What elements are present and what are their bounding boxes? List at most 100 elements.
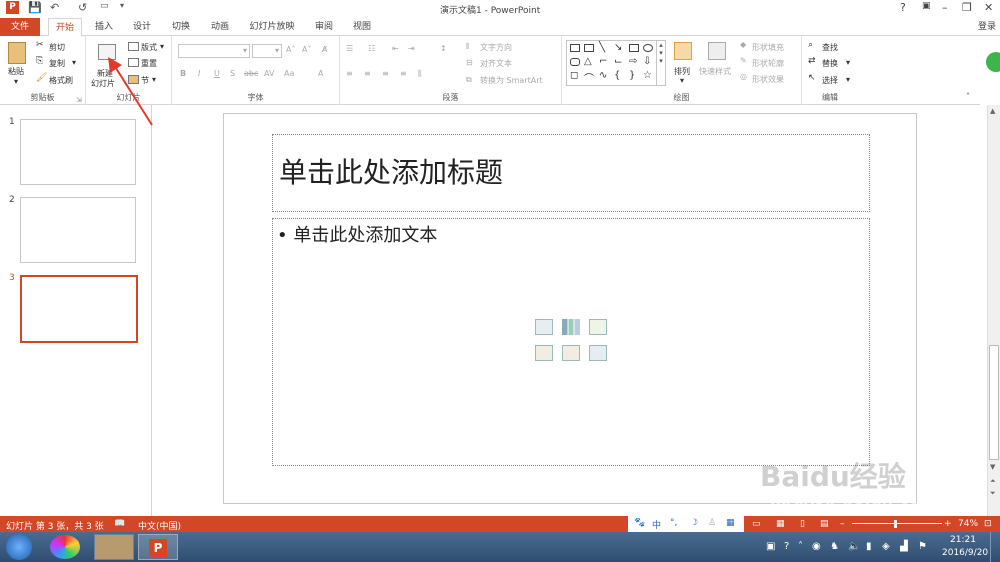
arrange-dropdown-icon[interactable]: ▾ <box>680 76 684 85</box>
customize-quick-access-icon[interactable]: ▾ <box>120 1 124 10</box>
tray-qq-icon[interactable]: ▣ <box>766 541 775 552</box>
save-icon[interactable]: 💾 <box>28 1 42 14</box>
font-name-combo[interactable]: ▾ <box>178 44 250 58</box>
insert-smartart-icon[interactable] <box>589 319 607 335</box>
insert-table-icon[interactable] <box>535 319 553 335</box>
shape-outline-button[interactable]: 形状轮廓 <box>752 58 784 69</box>
tray-flag-icon[interactable]: ⚑ <box>918 541 927 552</box>
title-placeholder[interactable]: 单击此处添加标题 <box>272 134 870 212</box>
slide-thumbnail-3[interactable] <box>20 275 138 343</box>
shape-star-icon[interactable]: ☆ <box>643 70 652 81</box>
taskbar-powerpoint-icon[interactable]: P <box>138 534 178 560</box>
shape-arrow-line-icon[interactable]: ↘ <box>614 42 622 53</box>
tab-review[interactable]: 审阅 <box>310 18 338 36</box>
shape-connector-icon[interactable]: ⌙ <box>614 56 622 67</box>
scroll-up-icon[interactable]: ▲ <box>990 107 995 115</box>
redo-icon[interactable]: ↺ <box>78 1 87 14</box>
shape-triangle-icon[interactable]: △ <box>584 56 592 67</box>
ime-paw-icon[interactable]: 🐾 <box>634 518 645 528</box>
next-slide-icon[interactable]: ⏷ <box>990 489 996 498</box>
bullets-icon[interactable]: ☰ <box>346 44 353 53</box>
insert-picture-icon[interactable] <box>535 345 553 361</box>
text-direction-button[interactable]: 文字方向 <box>480 42 512 53</box>
content-placeholder[interactable]: • 单击此处添加文本 <box>272 218 870 466</box>
strikethrough-icon[interactable]: abc <box>244 69 258 78</box>
shape-textbox-icon[interactable] <box>570 44 580 52</box>
ime-lang-indicator[interactable]: 中 <box>652 518 661 531</box>
insert-video-icon[interactable] <box>589 345 607 361</box>
close-button[interactable]: ✕ <box>984 1 993 14</box>
floating-widget-icon[interactable] <box>986 52 1000 72</box>
spellcheck-icon[interactable]: 📖 <box>114 519 125 529</box>
cut-button[interactable]: 剪切 <box>49 42 65 53</box>
align-text-button[interactable]: 对齐文本 <box>480 58 512 69</box>
ime-user-icon[interactable]: ♙ <box>708 518 716 528</box>
taskbar-app-image-icon[interactable] <box>94 534 134 560</box>
scroll-thumb[interactable] <box>989 345 999 460</box>
tray-help-icon[interactable]: ? <box>784 541 789 552</box>
slideshow-view-icon[interactable]: ▤ <box>820 519 829 529</box>
tray-penguin-icon[interactable]: ♞ <box>830 541 839 552</box>
language-status[interactable]: 中文(中国) <box>138 519 181 532</box>
zoom-out-icon[interactable]: – <box>840 519 845 529</box>
minimize-button[interactable]: – <box>942 1 948 14</box>
dialog-launcher-icon[interactable]: ⇲ <box>76 96 82 104</box>
copy-button[interactable]: 复制 <box>49 58 65 69</box>
slide-thumbnail-2[interactable] <box>20 197 136 263</box>
paste-icon[interactable] <box>8 42 26 64</box>
tray-expand-icon[interactable]: ˄ <box>798 541 803 552</box>
tray-app-icon[interactable]: ◉ <box>812 541 821 552</box>
layout-dropdown-icon[interactable]: ▾ <box>160 42 164 51</box>
select-button[interactable]: 选择 <box>822 75 838 86</box>
ime-moon-icon[interactable]: ☽ <box>690 518 698 528</box>
zoom-slider[interactable] <box>852 523 942 524</box>
tab-view[interactable]: 视图 <box>348 18 376 36</box>
convert-smartart-button[interactable]: 转换为 SmartArt <box>480 75 543 86</box>
shape-line-icon[interactable]: ╲ <box>599 42 605 53</box>
taskbar-clock-date[interactable]: 2016/9/20 <box>942 548 988 558</box>
zoom-slider-thumb[interactable] <box>894 520 897 528</box>
shape-effects-button[interactable]: 形状效果 <box>752 74 784 85</box>
shape-curve-icon[interactable]: ⌒ <box>584 70 594 85</box>
shapes-more-icon[interactable]: ▴ ▾ ▾ <box>656 41 665 85</box>
ime-toolbar[interactable]: 🐾 中 °, ☽ ♙ ▦ <box>628 516 744 532</box>
slide-sorter-icon[interactable]: ▦ <box>776 519 785 529</box>
previous-slide-icon[interactable]: ⏶ <box>990 477 996 486</box>
character-spacing-icon[interactable]: AV <box>264 69 274 78</box>
ime-punctuation-icon[interactable]: °, <box>670 518 677 528</box>
show-desktop-button[interactable] <box>990 532 1000 562</box>
quick-styles-button[interactable]: 快速样式 <box>699 66 731 77</box>
start-button[interactable] <box>6 534 32 560</box>
change-case-icon[interactable]: Aa <box>284 69 294 78</box>
tab-home[interactable]: 开始 <box>48 18 82 37</box>
undo-icon[interactable]: ↶ <box>50 1 59 14</box>
tray-volume-icon[interactable]: 🔈 <box>848 541 860 552</box>
shape-brace-right-icon[interactable]: } <box>629 70 635 81</box>
collapse-ribbon-icon[interactable]: ˄ <box>966 92 970 101</box>
zoom-level[interactable]: 74% <box>958 519 978 529</box>
ribbon-display-options-icon[interactable]: ▣ <box>922 1 931 11</box>
restore-button[interactable]: ❐ <box>962 1 972 14</box>
align-left-icon[interactable]: ≡ <box>346 69 353 78</box>
increase-font-size-icon[interactable]: A˄ <box>286 45 295 54</box>
layout-button[interactable]: 版式 <box>141 42 157 53</box>
taskbar-app-pinwheel-icon[interactable] <box>50 535 80 559</box>
ime-grid-icon[interactable]: ▦ <box>726 518 735 528</box>
paste-dropdown-icon[interactable]: ▾ <box>14 77 18 86</box>
line-spacing-icon[interactable]: ↕ <box>440 44 447 53</box>
find-button[interactable]: 查找 <box>822 42 838 53</box>
replace-dropdown-icon[interactable]: ▾ <box>846 58 850 67</box>
copy-dropdown-icon[interactable]: ▾ <box>72 58 76 67</box>
normal-view-icon[interactable]: ▭ <box>752 519 761 529</box>
tray-shield-icon[interactable]: ◈ <box>882 541 890 552</box>
shape-elbow-icon[interactable]: ⌐ <box>599 56 607 67</box>
select-dropdown-icon[interactable]: ▾ <box>846 75 850 84</box>
vertical-scrollbar[interactable]: ▲ ▼ ⏶ ⏷ <box>987 105 1000 516</box>
format-painter-button[interactable]: 格式刷 <box>49 75 73 86</box>
bold-icon[interactable]: B <box>180 69 186 78</box>
shape-rectangle-icon[interactable] <box>629 44 639 52</box>
reading-view-icon[interactable]: ▯ <box>800 519 805 529</box>
tab-transitions[interactable]: 切换 <box>167 18 195 36</box>
fit-slide-icon[interactable]: ⊡ <box>984 519 992 529</box>
insert-online-picture-icon[interactable] <box>562 345 580 361</box>
